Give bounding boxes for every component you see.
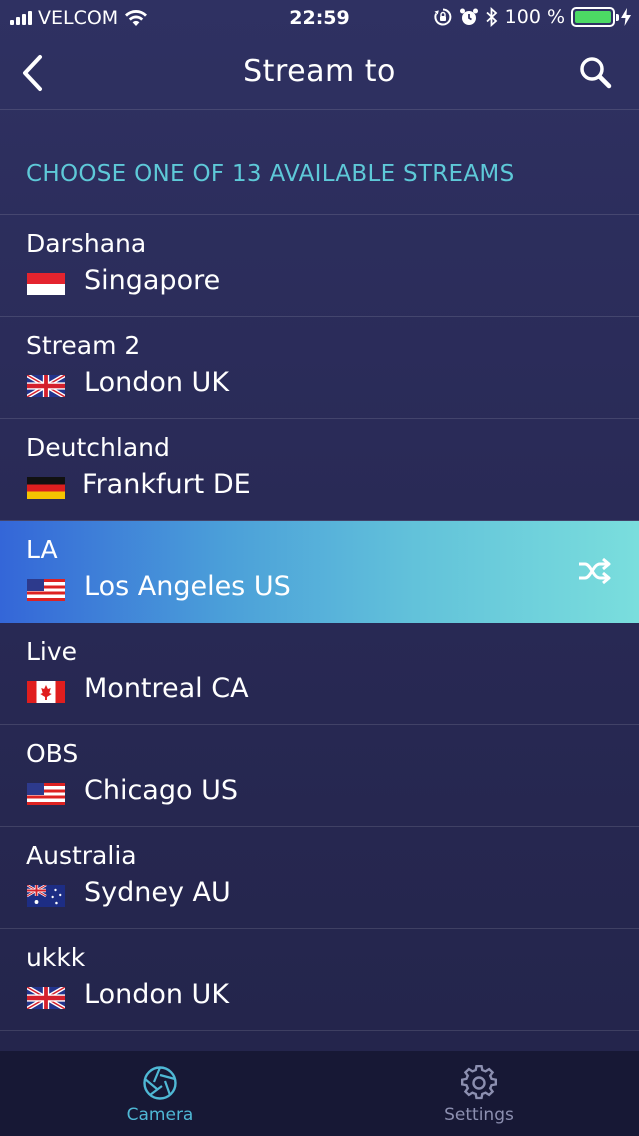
battery-fill	[575, 11, 611, 23]
battery-percent: 100 %	[504, 6, 565, 28]
stream-row[interactable]: Darshana Singapore	[0, 215, 639, 317]
stream-location: Sydney AU	[84, 877, 231, 908]
stream-row[interactable]: Stream 2 London UK	[0, 317, 639, 419]
stream-row[interactable]: OBS Chicago US	[0, 725, 639, 827]
stream-name: OBS	[26, 739, 79, 768]
bluetooth-icon	[486, 7, 497, 27]
stream-location: Frankfurt DE	[82, 469, 251, 500]
stream-row-partial[interactable]	[0, 1031, 639, 1051]
stream-name: Stream 2	[26, 331, 141, 360]
tab-label: Camera	[126, 1105, 194, 1125]
stream-row[interactable]: Deutchland Frankfurt DE	[0, 419, 639, 521]
stream-location: Montreal CA	[84, 673, 249, 704]
uk-flag-icon	[27, 987, 65, 1009]
usa-flag-icon	[27, 783, 65, 805]
status-right: 100 %	[433, 6, 631, 28]
stream-name: LA	[26, 535, 58, 564]
australia-flag-icon	[27, 885, 65, 907]
stream-row[interactable]: Live Montreal CA	[0, 623, 639, 725]
germany-flag-icon	[27, 477, 65, 499]
stream-row[interactable]: ukkk London UK	[0, 929, 639, 1031]
charging-icon	[621, 8, 631, 26]
stream-location: Los Angeles US	[84, 571, 291, 602]
singapore-flag-icon	[27, 273, 65, 295]
section-header: CHOOSE ONE OF 13 AVAILABLE STREAMS	[26, 161, 515, 187]
stream-name: Darshana	[26, 229, 147, 258]
search-button[interactable]	[573, 50, 617, 94]
canada-flag-icon	[27, 681, 65, 703]
stream-row[interactable]: Australia Sydney AU	[0, 827, 639, 929]
stream-location: London UK	[84, 979, 230, 1010]
usa-flag-icon	[27, 579, 65, 601]
battery-icon	[571, 7, 619, 27]
navigation-bar: Stream to	[0, 36, 639, 110]
camera-aperture-icon	[143, 1066, 177, 1100]
stream-row-selected[interactable]: LA Los Angeles US	[0, 521, 639, 623]
tab-settings[interactable]: Settings	[379, 1051, 579, 1136]
stream-list: Darshana Singapore Stream 2 London UK De…	[0, 214, 639, 1051]
gear-icon	[461, 1065, 497, 1100]
orientation-lock-icon	[434, 8, 452, 26]
stream-location: Chicago US	[84, 775, 238, 806]
shuffle-icon[interactable]	[577, 557, 611, 585]
tab-label: Settings	[444, 1105, 514, 1125]
uk-flag-icon	[27, 375, 65, 397]
alarm-icon	[459, 8, 478, 25]
tab-camera[interactable]: Camera	[60, 1051, 260, 1136]
stream-name: Live	[26, 637, 78, 666]
stream-location: London UK	[84, 367, 230, 398]
tab-bar: Camera Settings	[0, 1051, 639, 1136]
stream-name: Deutchland	[26, 433, 170, 462]
page-title: Stream to	[243, 54, 396, 89]
stream-name: ukkk	[26, 943, 86, 972]
stream-name: Australia	[26, 841, 137, 870]
stream-location: Singapore	[84, 265, 221, 296]
status-bar: VELCOM 22:59 100 %	[0, 0, 639, 36]
search-icon	[580, 57, 612, 89]
